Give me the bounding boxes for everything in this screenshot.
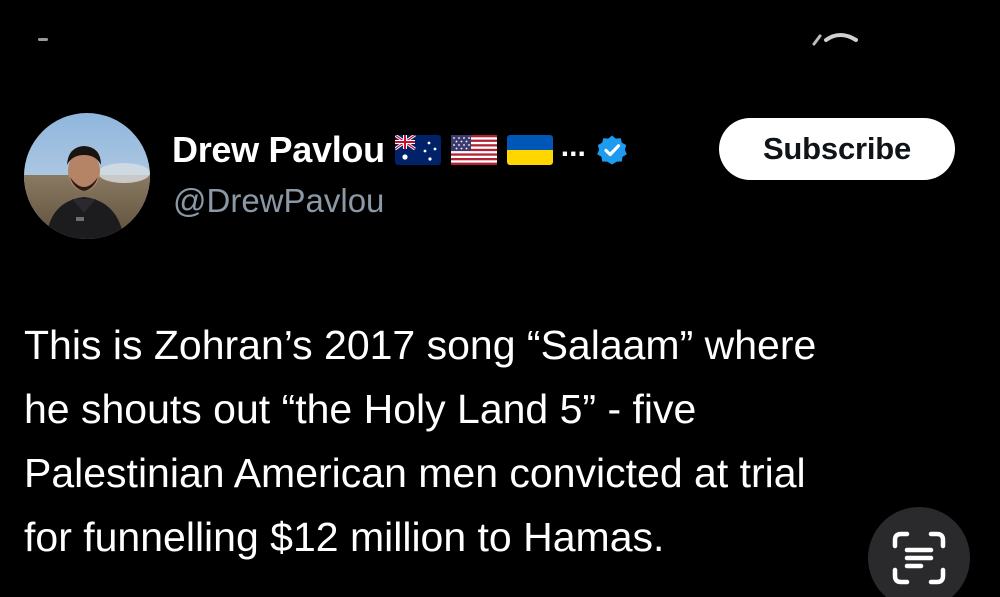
tweet-line: for funnelling $12 million to Hamas. bbox=[24, 514, 665, 560]
live-text-icon bbox=[892, 531, 946, 585]
australia-flag-icon bbox=[394, 135, 441, 165]
more-options-icon[interactable] bbox=[812, 30, 858, 46]
subscribe-button[interactable]: Subscribe bbox=[719, 118, 955, 180]
account-handle[interactable]: @DrewPavlou bbox=[173, 182, 384, 220]
name-row: Drew Pavlou ... bbox=[172, 128, 628, 172]
avatar[interactable] bbox=[24, 113, 150, 239]
back-arrow-icon[interactable] bbox=[38, 38, 48, 41]
tweet-text: This is Zohran’s 2017 song “Salaam” wher… bbox=[24, 313, 974, 569]
usa-flag-icon bbox=[450, 135, 497, 165]
tweet-line: he shouts out “the Holy Land 5” - five bbox=[24, 386, 697, 432]
verified-badge-icon[interactable] bbox=[596, 134, 628, 166]
ukraine-flag-icon bbox=[506, 135, 553, 165]
avatar-photo bbox=[24, 113, 150, 239]
display-name[interactable]: Drew Pavlou bbox=[172, 129, 385, 171]
top-bar-remnant bbox=[0, 0, 1000, 60]
tweet-line: Palestinian American men convicted at tr… bbox=[24, 450, 806, 496]
more-badges-indicator: ... bbox=[560, 130, 586, 163]
tweet-line: This is Zohran’s 2017 song “Salaam” wher… bbox=[24, 322, 817, 368]
tweet-screen: Drew Pavlou ... @DrewPavlou Subscribe Th… bbox=[0, 0, 1000, 597]
